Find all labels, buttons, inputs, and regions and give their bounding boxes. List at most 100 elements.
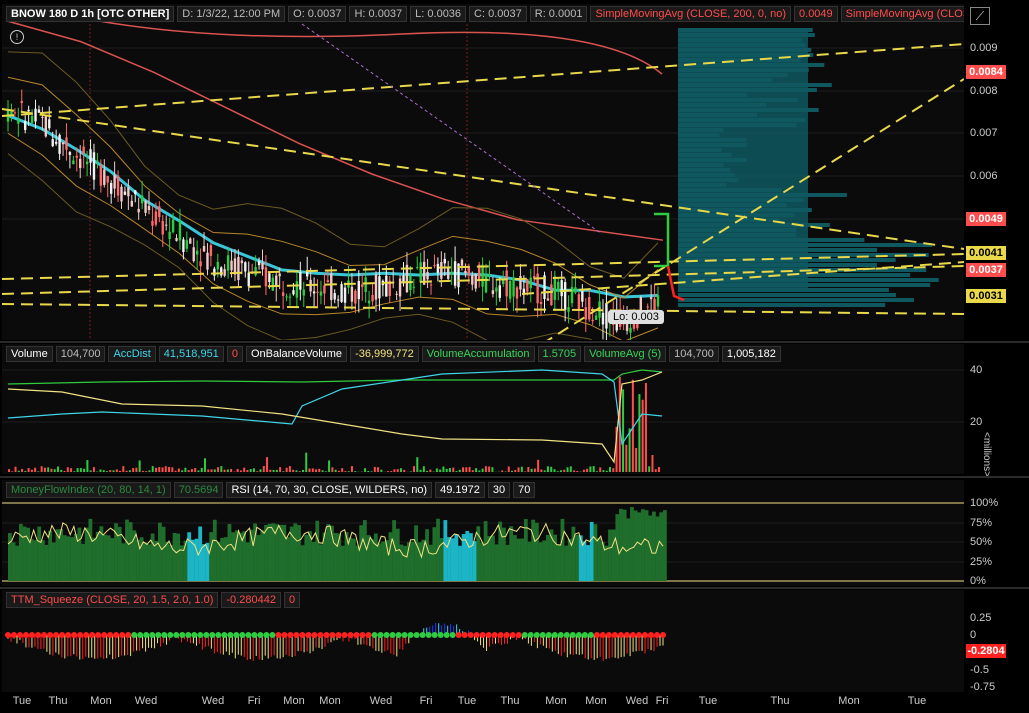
price-candle (367, 300, 371, 304)
mfi-bar (652, 511, 656, 581)
squeeze-dot (347, 632, 354, 638)
info-icon[interactable]: ! (10, 30, 24, 44)
volume-bar (115, 469, 118, 472)
price-candle (106, 176, 109, 183)
volume-bar (442, 466, 445, 472)
volume-bar (252, 468, 255, 472)
mfi-rsi-label[interactable]: MoneyFlowIndex (20, 80, 14, 1) (6, 482, 171, 498)
price-candle (323, 285, 326, 294)
price-candle (285, 296, 288, 298)
volume-bar (50, 468, 53, 472)
volume-bar (17, 470, 20, 472)
volume-label: AccDist (108, 346, 156, 362)
volume-profile-value-area (678, 28, 808, 290)
volume-bar (164, 466, 167, 472)
volume-bar (589, 466, 592, 472)
squeeze-dot (353, 632, 360, 638)
mfi-bar (311, 541, 316, 581)
volume-bar (560, 470, 563, 472)
price-tick: 0.007 (970, 127, 998, 139)
volume-bar (266, 457, 269, 472)
mfi-bar (593, 524, 598, 581)
squeeze-dot (635, 632, 642, 638)
mfi-bar (300, 545, 305, 581)
price-candle (154, 211, 158, 225)
squeeze-dot (359, 632, 366, 638)
squeeze-dot (167, 632, 174, 638)
time-axis-label: Tue (907, 695, 927, 707)
mfi-rsi-panel[interactable]: MoneyFlowIndex (20, 80, 14, 1) 70.5694 RSI… (2, 480, 964, 586)
squeeze-dot (587, 632, 594, 638)
squeeze-dot (647, 632, 654, 638)
price-candle (264, 267, 268, 287)
squeeze-dot (53, 632, 60, 638)
ttm-panel[interactable]: TTM_Squeeze (CLOSE, 20, 1.5, 2.0, 1.0) -0… (2, 590, 964, 692)
volume-bar (230, 468, 233, 472)
squeeze-dot (179, 632, 186, 638)
squeeze-dot (311, 632, 318, 638)
squeeze-dot (527, 632, 534, 638)
price-panel[interactable]: BNOW 180 D 1h [OTC OTHER] D: 1/3/22, 12:… (2, 4, 964, 340)
price-tick: 0.008 (970, 85, 998, 97)
price-candle (398, 278, 402, 297)
price-candle (54, 141, 58, 144)
price-candle (195, 250, 199, 255)
volume-bar (92, 467, 95, 472)
price-candle (357, 280, 360, 300)
ttm-label[interactable]: TTM_Squeeze (CLOSE, 20, 1.5, 2.0, 1.0) (6, 592, 219, 608)
squeeze-dot (125, 632, 132, 638)
price-candle (656, 295, 660, 307)
trendline (2, 43, 964, 117)
mfi-bar (212, 519, 217, 581)
volume-bar (435, 468, 438, 472)
squeeze-dot (467, 632, 474, 638)
volume-label: VolumeAccumulation (421, 346, 535, 362)
price-candle (82, 146, 85, 154)
price-candle (484, 274, 488, 293)
price-candle (182, 239, 185, 252)
mfi-bar (381, 541, 386, 581)
date-label: D: 1/3/22, 12:00 PM (177, 6, 286, 22)
price-candle (20, 100, 23, 103)
volume-bar (177, 468, 180, 472)
mfi-bar (106, 535, 111, 581)
volume-bar (337, 470, 340, 472)
mfi-bar (161, 526, 166, 581)
mfi-bar (611, 529, 616, 581)
volume-bar (524, 471, 527, 472)
volume-bar (491, 467, 494, 472)
low-label: L: 0.0036 (410, 6, 467, 22)
price-candle (206, 252, 209, 270)
squeeze-dot (257, 632, 264, 638)
price-candle (37, 109, 41, 113)
volume-bar (537, 459, 540, 472)
volume-bar (226, 469, 229, 472)
symbol-label[interactable]: BNOW 180 D 1h [OTC OTHER] (6, 6, 175, 22)
sma1-label[interactable]: SimpleMovingAvg (CLOSE, 200, 0, no) (590, 6, 792, 22)
sma2-label[interactable]: SimpleMovingAvg (CLOSE,... (840, 6, 964, 22)
price-candle (515, 287, 519, 299)
volume-bar (478, 470, 481, 472)
price-tag-0049: 0.0049 (966, 212, 1006, 226)
volume-label: 104,700 (55, 346, 106, 362)
squeeze-dot (227, 632, 234, 638)
price-axis: 0.009 0.008 0.007 0.006 0.0084 0.0049 0.… (966, 4, 1029, 340)
volume-bar (79, 468, 82, 472)
volume-bar (550, 466, 553, 472)
price-candle (416, 267, 419, 269)
volume-bar (73, 471, 76, 472)
volume-label[interactable]: Volume (6, 346, 53, 362)
volume-bar (190, 469, 193, 472)
mfi-bar (491, 535, 495, 581)
mfi-bar (641, 509, 645, 581)
volume-bar (533, 468, 536, 472)
price-candle (508, 281, 512, 299)
price-candle (85, 161, 89, 165)
volume-bar (350, 466, 353, 472)
squeeze-dot (83, 632, 90, 638)
squeeze-dot (305, 632, 312, 638)
squeeze-dot (605, 632, 612, 638)
mfi-rsi-label: 49.1972 (435, 482, 485, 498)
volume-panel[interactable]: Volume 104,700 AccDist 41,518,951 0 OnBalance… (2, 344, 964, 474)
volume-bar (413, 466, 416, 472)
